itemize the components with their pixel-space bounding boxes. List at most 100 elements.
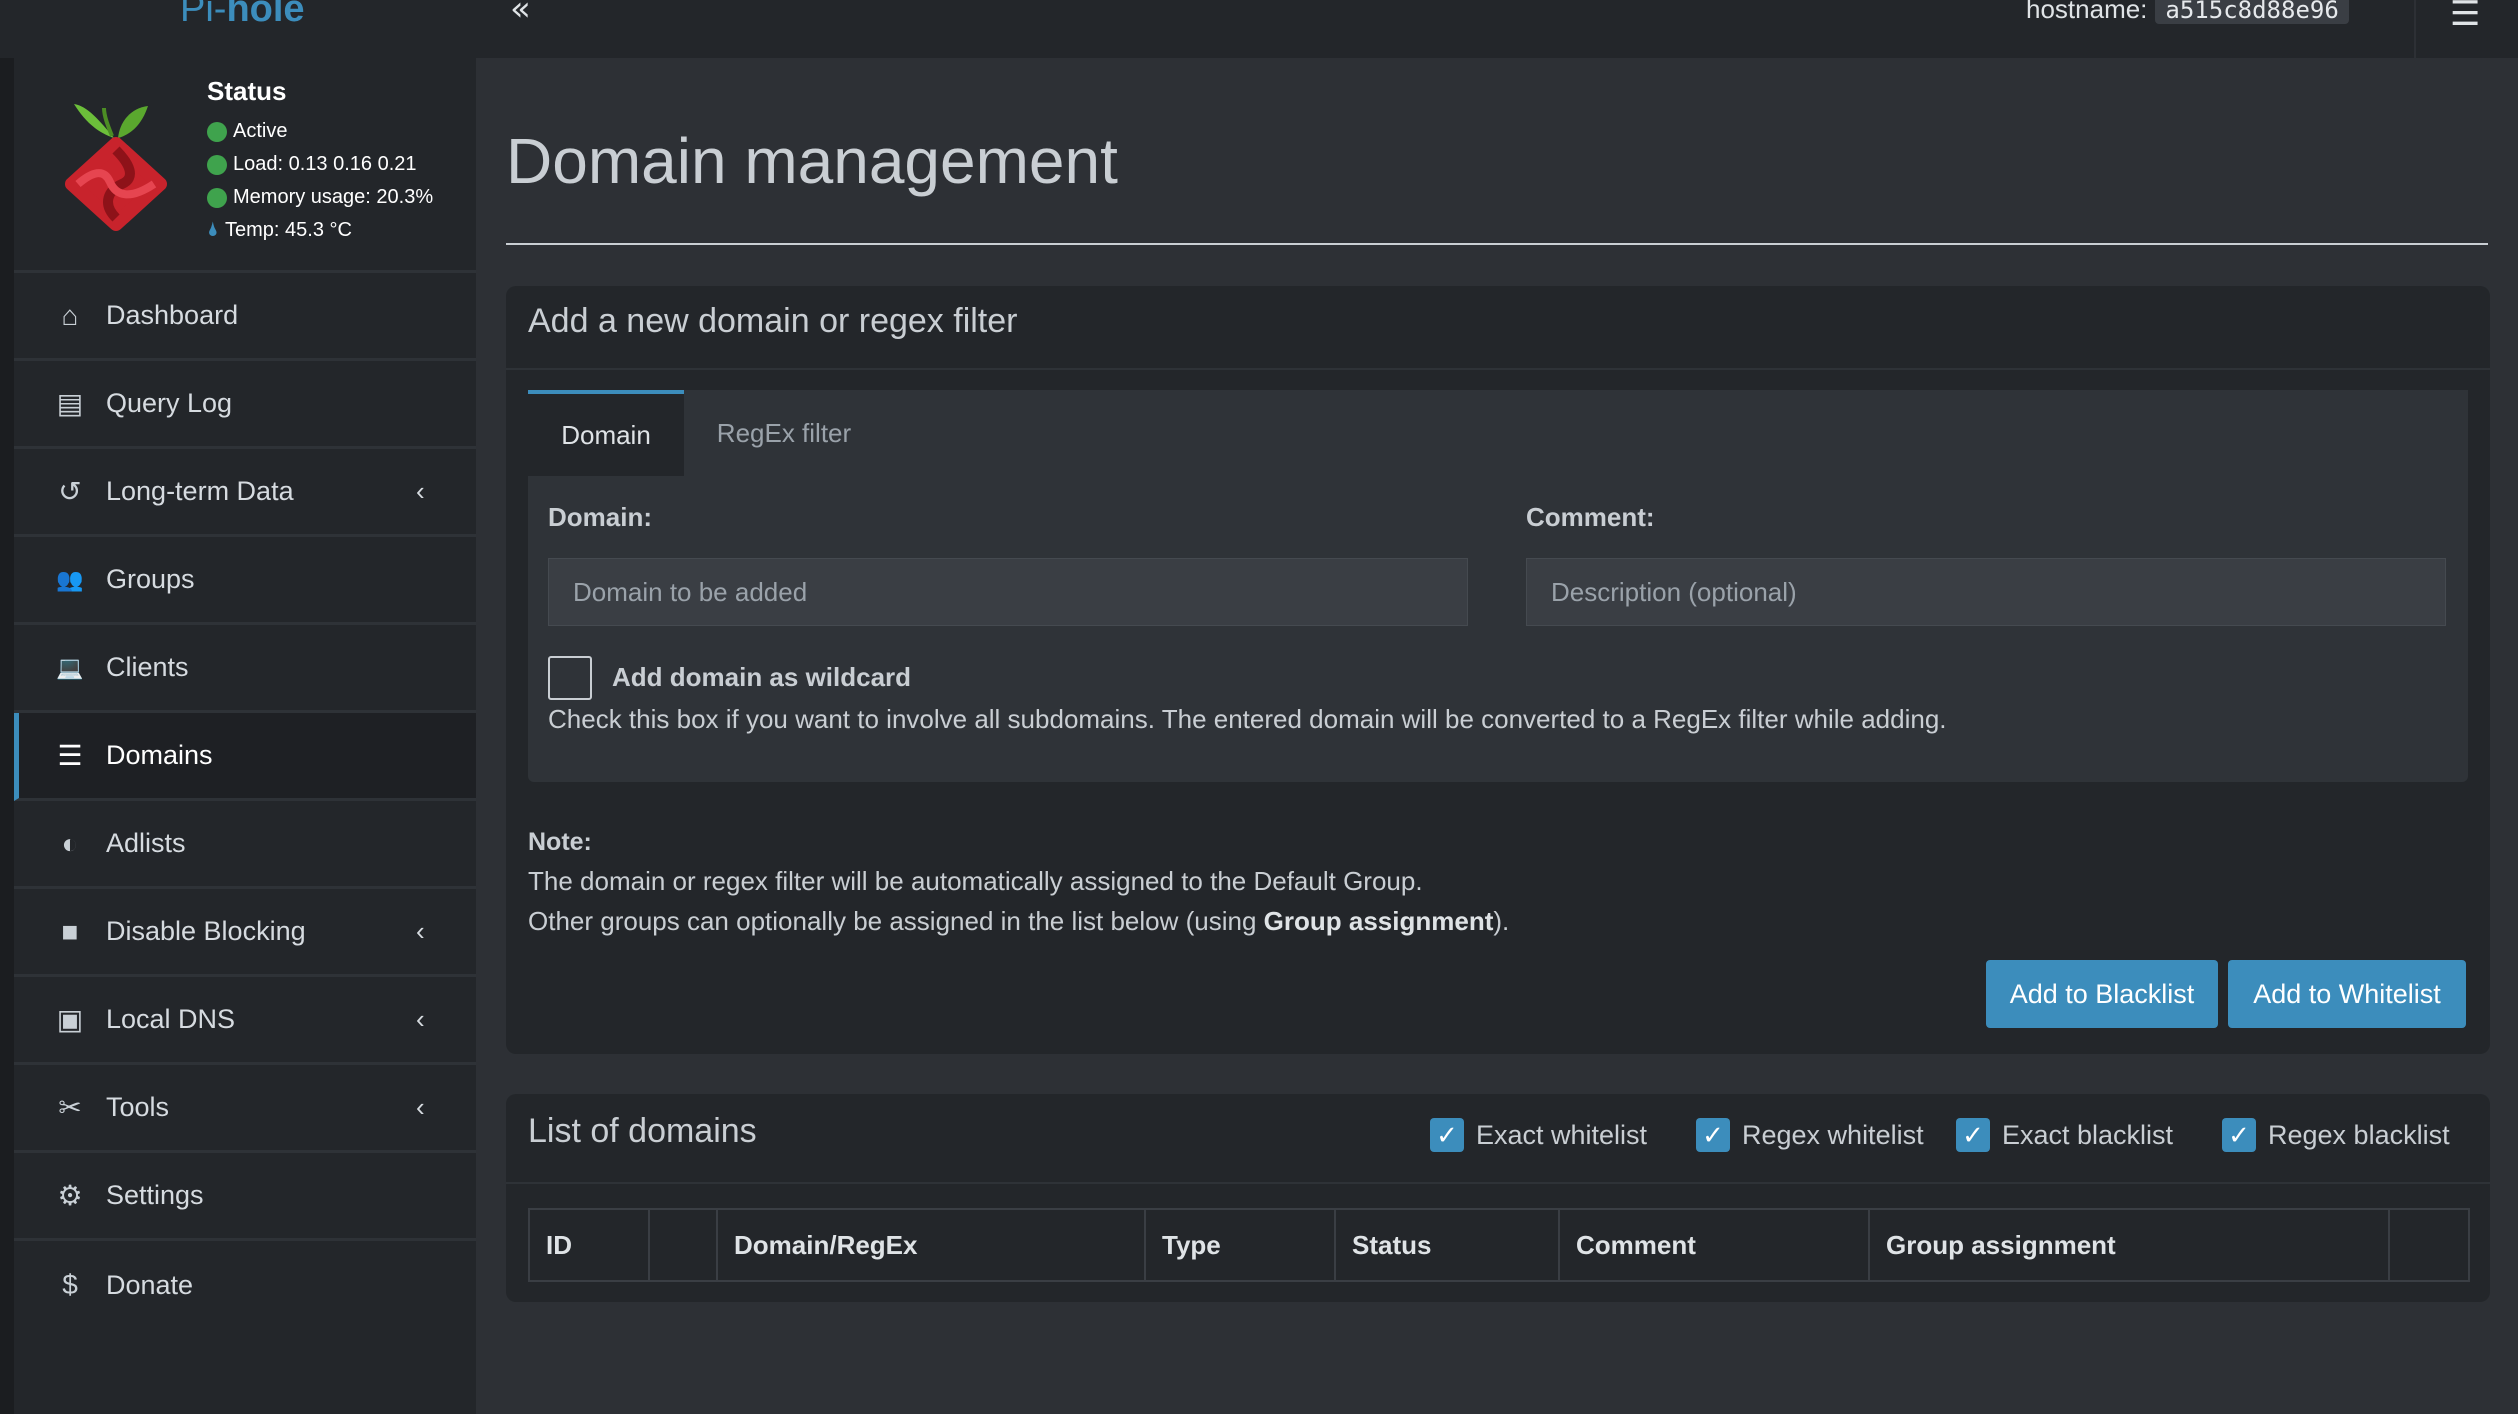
sidebar-item-donate[interactable]: $ Donate: [14, 1241, 476, 1329]
checkbox-checked-icon: ✓: [1956, 1118, 1990, 1152]
column-header-domain[interactable]: Domain/RegEx: [718, 1210, 1146, 1280]
note-line-2: Other groups can optionally be assigned …: [528, 906, 1509, 937]
sidebar-item-long-term-data[interactable]: ↺ Long-term Data ‹: [14, 449, 476, 537]
domain-table-header: ID Domain/RegEx Type Status Comment Grou…: [528, 1208, 2470, 1282]
tab-regex-filter[interactable]: RegEx filter: [684, 390, 884, 476]
sidebar-item-adlists[interactable]: ◐ Adlists: [14, 801, 476, 889]
status-active-label: Active: [233, 120, 288, 142]
box-header-divider: [506, 1182, 2490, 1184]
hamburger-icon[interactable]: ☰: [2450, 0, 2480, 34]
checkbox-checked-icon: ✓: [2222, 1118, 2256, 1152]
sidebar-item-label: Local DNS: [106, 1004, 236, 1034]
chevron-left-icon: ‹: [416, 476, 425, 506]
checkbox-checked-icon: ✓: [1696, 1118, 1730, 1152]
laptop-icon: 💻: [56, 654, 84, 680]
top-navbar: Pi-hole « hostname: a515c8d88e96 ☰: [0, 0, 2518, 58]
hostname-value: a515c8d88e96: [2155, 0, 2349, 24]
column-header-group-assignment[interactable]: Group assignment: [1870, 1210, 2390, 1280]
sidebar-item-label: Domains: [106, 740, 213, 770]
sidebar-item-label: Groups: [106, 564, 195, 594]
checkbox-checked-icon: ✓: [1430, 1118, 1464, 1152]
temperature-icon: 🌢: [207, 219, 219, 241]
domain-input[interactable]: [548, 558, 1468, 626]
add-domain-box-title: Add a new domain or regex filter: [528, 302, 1018, 340]
note-line-2-prefix: Other groups can optionally be assigned …: [528, 906, 1264, 936]
sidebar-collapse-button[interactable]: «: [510, 0, 554, 26]
filter-label: Regex whitelist: [1742, 1119, 1924, 1150]
filter-exact-whitelist[interactable]: ✓ Exact whitelist: [1430, 1118, 1647, 1152]
box-header-divider: [506, 368, 2490, 370]
sidebar-item-disable-blocking[interactable]: ■ Disable Blocking ‹: [14, 889, 476, 977]
file-icon: ▤: [56, 388, 84, 419]
filter-regex-blacklist[interactable]: ✓ Regex blacklist: [2222, 1118, 2450, 1152]
home-icon: ⌂: [61, 299, 79, 331]
tab-domain[interactable]: Domain: [528, 390, 684, 476]
memory-dot-icon: [207, 187, 227, 208]
sidebar-item-settings[interactable]: ⚙ Settings: [14, 1153, 476, 1241]
load-dot-icon: [207, 154, 227, 175]
wildcard-label[interactable]: Add domain as wildcard: [612, 662, 911, 693]
status-temp-label: Temp: 45.3 °C: [225, 219, 352, 241]
column-header-type[interactable]: Type: [1146, 1210, 1336, 1280]
wildcard-help-text: Check this box if you want to involve al…: [548, 704, 1947, 734]
status-load-label: Load: 0.13 0.16 0.21: [233, 153, 417, 175]
shield-icon: ◐: [61, 827, 79, 859]
sidebar-item-label: Clients: [106, 652, 189, 682]
topbar-divider: [2414, 0, 2416, 58]
active-dot-icon: [207, 121, 227, 142]
sidebar-item-groups[interactable]: 👥 Groups: [14, 537, 476, 625]
chevron-left-icon: ‹: [416, 916, 425, 946]
sidebar-item-label: Disable Blocking: [106, 916, 306, 946]
sidebar-item-query-log[interactable]: ▤ Query Log: [14, 361, 476, 449]
wildcard-checkbox[interactable]: [548, 656, 592, 700]
sidebar-item-tools[interactable]: ✂ Tools ‹: [14, 1065, 476, 1153]
history-icon: ↺: [58, 476, 82, 507]
hostname-display: hostname: a515c8d88e96: [2026, 0, 2349, 25]
donate-icon: $: [62, 1269, 78, 1300]
comment-field-label: Comment:: [1526, 502, 1655, 532]
sidebar-item-clients[interactable]: 💻 Clients: [14, 625, 476, 713]
filter-regex-whitelist[interactable]: ✓ Regex whitelist: [1696, 1118, 1924, 1152]
status-temp: 🌢 Temp: 45.3 °C: [207, 214, 433, 247]
sidebar-item-local-dns[interactable]: ▣ Local DNS ‹: [14, 977, 476, 1065]
double-chevron-left-icon: «: [510, 0, 531, 29]
pihole-logo-text[interactable]: Pi-hole: [180, 0, 305, 31]
filter-label: Exact blacklist: [2002, 1119, 2174, 1150]
domain-field-label: Domain:: [548, 502, 652, 532]
column-header-id[interactable]: ID: [530, 1210, 650, 1280]
chevron-left-icon: ‹: [416, 1092, 425, 1122]
status-panel: Status Active Load: 0.13 0.16 0.21 Memor…: [14, 58, 476, 273]
hostname-label: hostname:: [2026, 0, 2148, 24]
sidebar-item-label: Tools: [106, 1092, 170, 1122]
sidebar-item-label: Query Log: [106, 388, 233, 418]
add-domain-box: Add a new domain or regex filter Domain …: [506, 286, 2490, 1054]
title-divider: [506, 243, 2488, 245]
note-line-2-suffix: ).: [1493, 906, 1510, 936]
users-icon: 👥: [56, 566, 84, 592]
sidebar-item-label: Adlists: [106, 828, 186, 858]
sidebar-item-domains[interactable]: ☰ Domains: [14, 713, 476, 801]
address-book-icon: ▣: [56, 1004, 84, 1035]
stop-icon: ■: [61, 915, 79, 947]
comment-input[interactable]: [1526, 558, 2446, 626]
column-header-select[interactable]: [650, 1210, 718, 1280]
status-memory: Memory usage: 20.3%: [207, 181, 433, 214]
sidebar-item-label: Long-term Data: [106, 476, 294, 506]
sidebar-item-dashboard[interactable]: ⌂ Dashboard: [14, 273, 476, 361]
chevron-left-icon: ‹: [416, 1004, 425, 1034]
column-header-actions: [2390, 1210, 2468, 1280]
status-block: Status Active Load: 0.13 0.16 0.21 Memor…: [207, 76, 433, 247]
status-title: Status: [207, 76, 287, 106]
domain-tab-panel: Domain: Comment: Add domain as wildcard …: [528, 476, 2468, 782]
filter-label: Regex blacklist: [2268, 1119, 2450, 1150]
column-header-comment[interactable]: Comment: [1560, 1210, 1870, 1280]
filter-exact-blacklist[interactable]: ✓ Exact blacklist: [1956, 1118, 2173, 1152]
tools-icon: ✂: [58, 1092, 82, 1123]
sidebar-item-label: Settings: [106, 1180, 204, 1210]
add-to-blacklist-button[interactable]: Add to Blacklist: [1986, 960, 2218, 1028]
column-header-status[interactable]: Status: [1336, 1210, 1560, 1280]
gear-icon: ⚙: [57, 1180, 83, 1211]
main-content: Domain management Add a new domain or re…: [476, 58, 2518, 1414]
list-icon: ☰: [57, 740, 83, 771]
add-to-whitelist-button[interactable]: Add to Whitelist: [2228, 960, 2466, 1028]
